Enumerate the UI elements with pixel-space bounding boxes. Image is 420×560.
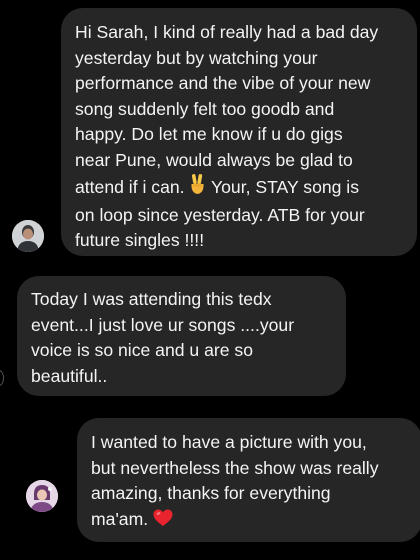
- sender-avatar[interactable]: [26, 480, 58, 512]
- red-heart-icon: [153, 509, 173, 535]
- person-avatar-icon: [26, 480, 58, 512]
- message-bubble[interactable]: Today I was attending this tedx event...…: [17, 276, 346, 396]
- message-text: I wanted to have a picture with you, but…: [91, 432, 379, 529]
- message-text: Today I was attending this tedx event...…: [31, 289, 295, 386]
- message-text: Hi Sarah, I kind of really had a bad day…: [75, 22, 379, 197]
- sender-avatar[interactable]: [12, 220, 44, 252]
- person-avatar-icon: [12, 220, 44, 252]
- avatar-edge: [0, 370, 4, 386]
- message-bubble[interactable]: Hi Sarah, I kind of really had a bad day…: [61, 8, 417, 256]
- message-bubble[interactable]: I wanted to have a picture with you, but…: [77, 418, 420, 542]
- victory-hand-icon: [189, 173, 206, 203]
